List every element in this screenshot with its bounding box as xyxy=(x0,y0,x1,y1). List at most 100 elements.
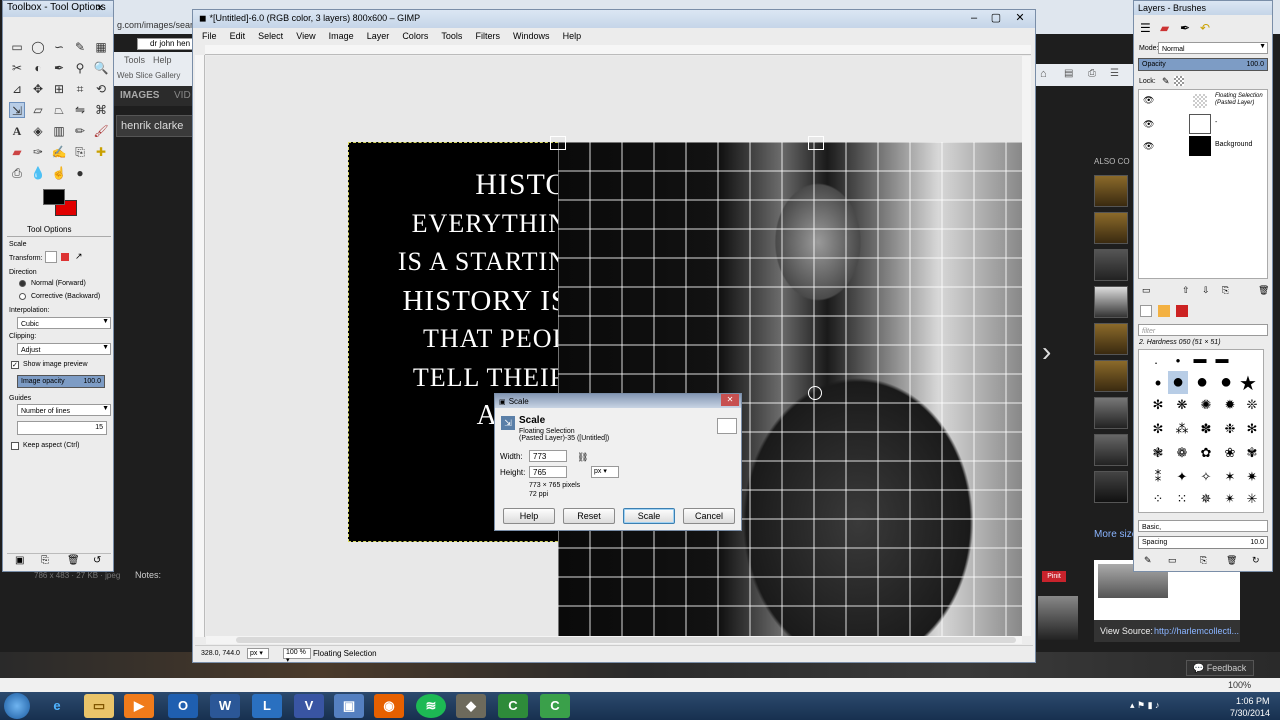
home-icon[interactable]: ⌂ xyxy=(1040,68,1047,80)
camtasia-icon[interactable]: C xyxy=(498,694,528,718)
visibility-eye-icon[interactable]: 👁 xyxy=(1143,119,1154,130)
brush-swatch[interactable]: ⁂ xyxy=(1172,421,1192,437)
gimp-taskbar-icon[interactable]: ◆ xyxy=(456,694,486,718)
blur-icon[interactable]: 💧 xyxy=(30,165,46,181)
brush-swatch[interactable]: ✹ xyxy=(1220,397,1240,413)
flip-icon[interactable]: ⇋ xyxy=(72,102,88,118)
brush-swatch[interactable]: ✻ xyxy=(1242,421,1262,437)
more-sizes-link[interactable]: More size xyxy=(1094,529,1137,540)
lock-pixels-icon[interactable]: ✎ xyxy=(1162,76,1170,87)
heal-icon[interactable]: ✚ xyxy=(93,144,109,160)
unit-select[interactable]: px ▾ xyxy=(591,466,619,478)
rotate-icon[interactable]: ⟲ xyxy=(93,81,109,97)
visibility-eye-icon[interactable]: 👁 xyxy=(1143,141,1154,152)
smudge-icon[interactable]: ☝ xyxy=(51,165,67,181)
guides-select[interactable]: Number of lines ▼ xyxy=(17,404,111,416)
clock-time[interactable]: 1:06 PM xyxy=(1236,696,1270,706)
related-image-thumb[interactable] xyxy=(1094,323,1128,355)
brush-swatch[interactable]: ✿ xyxy=(1196,445,1216,461)
related-image-thumb[interactable] xyxy=(1094,471,1128,503)
minimize-icon[interactable]: – xyxy=(963,10,985,26)
related-image-thumb[interactable] xyxy=(1094,175,1128,207)
eraser-icon[interactable]: ▰ xyxy=(9,144,25,160)
undo-tab-icon[interactable]: ↶ xyxy=(1200,21,1210,35)
rect-select-icon[interactable]: ▭ xyxy=(9,39,25,55)
brush-swatch[interactable]: ⁘ xyxy=(1148,491,1168,507)
save-options-icon[interactable]: ▣ xyxy=(15,555,24,566)
brush-swatch[interactable]: ❉ xyxy=(1220,421,1240,437)
visio-icon[interactable]: V xyxy=(294,694,324,718)
visibility-eye-icon[interactable]: 👁 xyxy=(1143,95,1154,106)
browser-url[interactable]: g.com/images/sear xyxy=(117,20,193,30)
layers-tab-icon[interactable]: ☰ xyxy=(1140,21,1151,35)
brush-swatch[interactable]: ✽ xyxy=(1196,421,1216,437)
delete-brush-icon[interactable]: 🗑 xyxy=(1226,555,1237,566)
explorer-icon[interactable]: ▭ xyxy=(84,694,114,718)
paintbrush-icon[interactable]: 🖌 xyxy=(93,123,109,139)
duplicate-layer-icon[interactable]: ⎘ xyxy=(1222,285,1229,296)
menu-view[interactable]: View xyxy=(291,29,320,43)
interpolation-select[interactable]: Cubic ▼ xyxy=(17,317,111,329)
refresh-brushes-icon[interactable]: ↻ xyxy=(1252,555,1260,566)
feedback-button[interactable]: 💬 Feedback xyxy=(1186,660,1254,676)
spotify-icon[interactable]: ≋ xyxy=(416,694,446,718)
duplicate-brush-icon[interactable]: ⎘ xyxy=(1200,555,1207,566)
brush-swatch[interactable]: ❃ xyxy=(1148,445,1168,461)
delete-options-icon[interactable]: 🗑 xyxy=(67,555,80,566)
related-image-thumb[interactable] xyxy=(1094,434,1128,466)
menu-help[interactable]: Help xyxy=(558,29,587,43)
close-icon[interactable]: ✕ xyxy=(1009,10,1031,26)
reset-options-icon[interactable]: ↺ xyxy=(93,555,101,566)
installer-icon[interactable]: ▣ xyxy=(334,694,364,718)
next-arrow-icon[interactable]: › xyxy=(1042,336,1051,368)
brush-swatch[interactable]: ✴ xyxy=(1220,491,1240,507)
brush-swatch[interactable]: ✦ xyxy=(1172,469,1192,485)
horizontal-ruler[interactable] xyxy=(205,45,1031,55)
transform-layer-icon[interactable] xyxy=(45,251,57,263)
brush-swatch[interactable]: • xyxy=(1168,353,1188,368)
outlook-icon[interactable]: O xyxy=(168,694,198,718)
menu-windows[interactable]: Windows xyxy=(508,29,555,43)
brush-preset-select[interactable]: Basic, xyxy=(1138,520,1268,532)
brush-swatch[interactable]: ❀ xyxy=(1220,445,1240,461)
transform-selection-icon[interactable] xyxy=(61,253,69,261)
brush-swatch[interactable]: ❋ xyxy=(1172,397,1192,413)
menu-file[interactable]: File xyxy=(197,29,222,43)
fuzzy-select-icon[interactable]: ✎ xyxy=(72,39,88,55)
shear-icon[interactable]: ▱ xyxy=(30,102,46,118)
photo-layer[interactable] xyxy=(558,142,1022,636)
browser-tab[interactable]: dr john hen xyxy=(137,38,193,50)
maximize-icon[interactable]: ▢ xyxy=(985,10,1007,26)
direction-forward-radio[interactable] xyxy=(19,280,26,287)
move-icon[interactable]: ✥ xyxy=(30,81,46,97)
feeds-icon[interactable]: ▤ xyxy=(1064,68,1073,79)
handle-top-middle[interactable] xyxy=(808,136,824,150)
brush-swatch[interactable]: • xyxy=(1148,373,1168,394)
paths-tab-icon[interactable]: ✒ xyxy=(1180,21,1190,35)
brush-swatch[interactable]: ✺ xyxy=(1196,397,1216,413)
view-source-url[interactable]: http://harlemcollecti... xyxy=(1154,626,1239,636)
brush-swatch[interactable]: ✧ xyxy=(1196,469,1216,485)
ellipse-select-icon[interactable]: ◯ xyxy=(30,39,46,55)
related-image-thumb[interactable] xyxy=(1094,212,1128,244)
foreground-select-icon[interactable]: ◐ xyxy=(30,60,46,76)
word-icon[interactable]: W xyxy=(210,694,240,718)
brush-swatch[interactable]: · xyxy=(1146,355,1166,370)
clipping-select[interactable]: Adjust ▼ xyxy=(17,343,111,355)
brush-swatch[interactable]: ● xyxy=(1168,371,1188,394)
scrollbar-thumb[interactable] xyxy=(236,637,1016,643)
related-image-thumb[interactable] xyxy=(1094,249,1128,281)
color-picker-icon[interactable]: ⚲ xyxy=(72,60,88,76)
edit-brush-icon[interactable]: ✎ xyxy=(1144,555,1152,566)
gradients-tab-icon[interactable] xyxy=(1176,305,1188,317)
ink-icon[interactable]: ✍ xyxy=(51,144,67,160)
web-slice-gallery[interactable]: Web Slice Gallery xyxy=(117,71,180,80)
channels-tab-icon[interactable]: ▰ xyxy=(1160,21,1169,35)
brush-swatch[interactable]: ✳ xyxy=(1242,491,1262,507)
vertical-ruler[interactable] xyxy=(195,55,205,637)
align-icon[interactable]: ⊞ xyxy=(51,81,67,97)
perspective-icon[interactable]: ⏢ xyxy=(51,102,67,118)
brush-swatch[interactable]: ✷ xyxy=(1242,469,1262,485)
layer-row[interactable]: 👁 - xyxy=(1139,113,1267,135)
brush-swatch[interactable]: ▬ xyxy=(1212,351,1232,366)
